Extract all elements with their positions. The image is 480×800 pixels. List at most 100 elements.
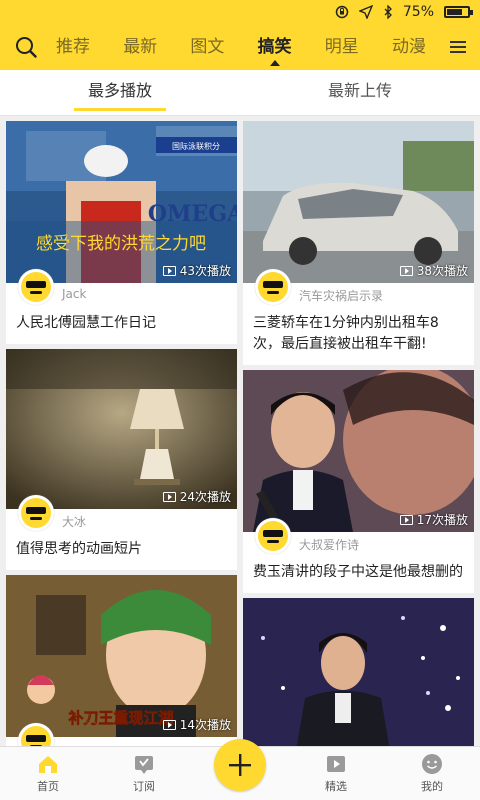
play-count-text: 17次播放 bbox=[416, 513, 468, 527]
bluetooth-icon bbox=[383, 5, 393, 19]
battery-level bbox=[447, 9, 462, 15]
video-card[interactable]: 17次播放 大叔爱作诗 费玉清讲的段子中这是他最想删的 bbox=[243, 370, 474, 593]
author-name[interactable]: Jack bbox=[62, 287, 86, 301]
play-count-text: 38次播放 bbox=[416, 264, 468, 278]
sort-tab-label: 最新上传 bbox=[327, 81, 392, 100]
sunglasses-face-icon bbox=[21, 498, 51, 528]
author-name[interactable]: 大叔爱作诗 bbox=[299, 536, 359, 553]
app-screen: 75% 推荐 最新 图文 搞笑 明星 动漫 最多播放 最新上传 国际泳联积分 O… bbox=[0, 0, 480, 800]
bottom-nav-label: 订阅 bbox=[133, 780, 155, 793]
video-play-icon bbox=[162, 265, 176, 276]
video-card[interactable] bbox=[243, 598, 474, 746]
video-thumbnail[interactable]: 补刀王重现江湖 14次播放 bbox=[6, 575, 237, 737]
play-count-text: 24次播放 bbox=[179, 490, 231, 504]
play-count-text: 14次播放 bbox=[179, 718, 231, 732]
play-count-text: 43次播放 bbox=[179, 264, 231, 278]
category-nav: 推荐 最新 图文 搞笑 明星 动漫 bbox=[0, 24, 480, 70]
play-count: 17次播放 bbox=[399, 511, 468, 528]
car-crash-thumbnail-image bbox=[243, 121, 474, 283]
video-thumbnail[interactable] bbox=[243, 598, 474, 746]
avatar[interactable] bbox=[18, 495, 54, 531]
search-icon bbox=[16, 37, 37, 58]
omega-logo-text: OMEGA bbox=[148, 201, 237, 227]
search-button[interactable] bbox=[0, 24, 52, 70]
play-count: 43次播放 bbox=[162, 262, 231, 279]
author-name[interactable]: 大冰 bbox=[62, 513, 86, 530]
avatar[interactable] bbox=[255, 518, 291, 554]
video-thumbnail[interactable]: 38次播放 bbox=[243, 121, 474, 283]
subtitle-overlay-text: 补刀王重现江湖 bbox=[67, 709, 173, 727]
sunglasses-face-icon bbox=[21, 272, 51, 302]
card-meta bbox=[6, 723, 237, 746]
avatar[interactable] bbox=[18, 269, 54, 305]
card-meta: 汽车灾祸启示录 bbox=[243, 269, 474, 309]
bottom-nav-upload-slot bbox=[192, 739, 288, 800]
bottom-nav-subscribe[interactable]: 订阅 bbox=[96, 747, 192, 800]
tab-recommend[interactable]: 推荐 bbox=[52, 24, 94, 70]
profile-face-icon bbox=[422, 754, 442, 774]
video-play-icon bbox=[399, 265, 413, 276]
banner-text: 国际泳联积分 bbox=[172, 141, 220, 151]
video-thumbnail[interactable]: 17次播放 bbox=[243, 370, 474, 532]
video-play-icon bbox=[162, 719, 176, 730]
play-count: 38次播放 bbox=[399, 262, 468, 279]
home-icon bbox=[39, 756, 57, 773]
tab-label: 图文 bbox=[190, 37, 225, 57]
tab-anime[interactable]: 动漫 bbox=[388, 24, 430, 70]
menu-button[interactable] bbox=[436, 24, 480, 70]
author-name[interactable]: 汽车灾祸启示录 bbox=[299, 287, 383, 304]
bottom-nav: 首页 订阅 精选 我的 bbox=[0, 739, 480, 800]
video-feed[interactable]: 国际泳联积分 OMEGA 感受下我的洪荒之力吧 43次播放 Jack 人民北傅园… bbox=[0, 116, 480, 746]
play-count: 14次播放 bbox=[162, 716, 231, 733]
video-play-icon bbox=[162, 491, 176, 502]
video-thumbnail[interactable]: 国际泳联积分 OMEGA 感受下我的洪荒之力吧 43次播放 bbox=[6, 121, 237, 283]
tab-funny[interactable]: 搞笑 bbox=[254, 24, 296, 70]
video-title[interactable]: 费玉清讲的段子中这是他最想删的 bbox=[243, 558, 474, 593]
subscribe-icon bbox=[135, 756, 153, 774]
video-card[interactable]: 24次播放 大冰 值得思考的动画短片 bbox=[6, 349, 237, 570]
featured-video-icon bbox=[327, 756, 345, 772]
sunglasses-face-icon bbox=[21, 726, 51, 746]
bottom-nav-label: 我的 bbox=[421, 780, 443, 793]
battery-icon bbox=[444, 6, 473, 18]
feed-column-right: 38次播放 汽车灾祸启示录 三菱轿车在1分钟内别出租车8次，最后直接被出租车干翻… bbox=[243, 116, 474, 746]
hamburger-icon bbox=[450, 41, 466, 53]
rotation-lock-icon bbox=[335, 5, 349, 19]
sort-tab-label: 最多播放 bbox=[87, 81, 152, 100]
bottom-nav-home[interactable]: 首页 bbox=[0, 747, 96, 800]
bottom-nav-me[interactable]: 我的 bbox=[384, 747, 480, 800]
tv-show-thumbnail-image: 补刀王重现江湖 bbox=[6, 575, 237, 737]
video-title[interactable]: 值得思考的动画短片 bbox=[6, 535, 237, 570]
avatar[interactable] bbox=[255, 269, 291, 305]
sort-tab-newest-upload[interactable]: 最新上传 bbox=[240, 70, 480, 115]
video-card[interactable]: 国际泳联积分 OMEGA 感受下我的洪荒之力吧 43次播放 Jack 人民北傅园… bbox=[6, 121, 237, 344]
sunglasses-face-icon bbox=[258, 272, 288, 302]
location-icon bbox=[358, 5, 373, 19]
tab-label: 明星 bbox=[324, 37, 359, 57]
video-thumbnail[interactable]: 24次播放 bbox=[6, 349, 237, 509]
bottom-nav-featured[interactable]: 精选 bbox=[288, 747, 384, 800]
lamp-animation-thumbnail-image bbox=[6, 349, 237, 509]
upload-button[interactable] bbox=[214, 739, 266, 791]
tab-pictures[interactable]: 图文 bbox=[186, 24, 228, 70]
sunglasses-face-icon bbox=[258, 521, 288, 551]
status-bar: 75% bbox=[0, 0, 480, 24]
battery-percentage: 75% bbox=[402, 4, 434, 20]
plus-icon bbox=[229, 754, 251, 776]
video-play-icon bbox=[399, 514, 413, 525]
sort-tabs: 最多播放 最新上传 bbox=[0, 70, 480, 116]
card-meta: 大叔爱作诗 bbox=[243, 518, 474, 558]
concert-thumbnail-image bbox=[243, 598, 474, 746]
video-title[interactable]: 人民北傅园慧工作日记 bbox=[6, 309, 237, 344]
video-card[interactable]: 补刀王重现江湖 14次播放 bbox=[6, 575, 237, 746]
tab-label: 动漫 bbox=[391, 37, 426, 57]
sort-tab-most-played[interactable]: 最多播放 bbox=[0, 70, 240, 115]
video-title[interactable]: 三菱轿车在1分钟内别出租车8次，最后直接被出租车干翻! bbox=[243, 309, 474, 365]
swimmer-thumbnail-image: 国际泳联积分 OMEGA 感受下我的洪荒之力吧 bbox=[6, 121, 237, 283]
bottom-nav-label: 精选 bbox=[325, 780, 347, 793]
subtitle-overlay-text: 感受下我的洪荒之力吧 bbox=[36, 234, 206, 254]
tab-latest[interactable]: 最新 bbox=[119, 24, 161, 70]
tab-celebrity[interactable]: 明星 bbox=[321, 24, 363, 70]
video-card[interactable]: 38次播放 汽车灾祸启示录 三菱轿车在1分钟内别出租车8次，最后直接被出租车干翻… bbox=[243, 121, 474, 365]
card-meta: Jack bbox=[6, 269, 237, 309]
